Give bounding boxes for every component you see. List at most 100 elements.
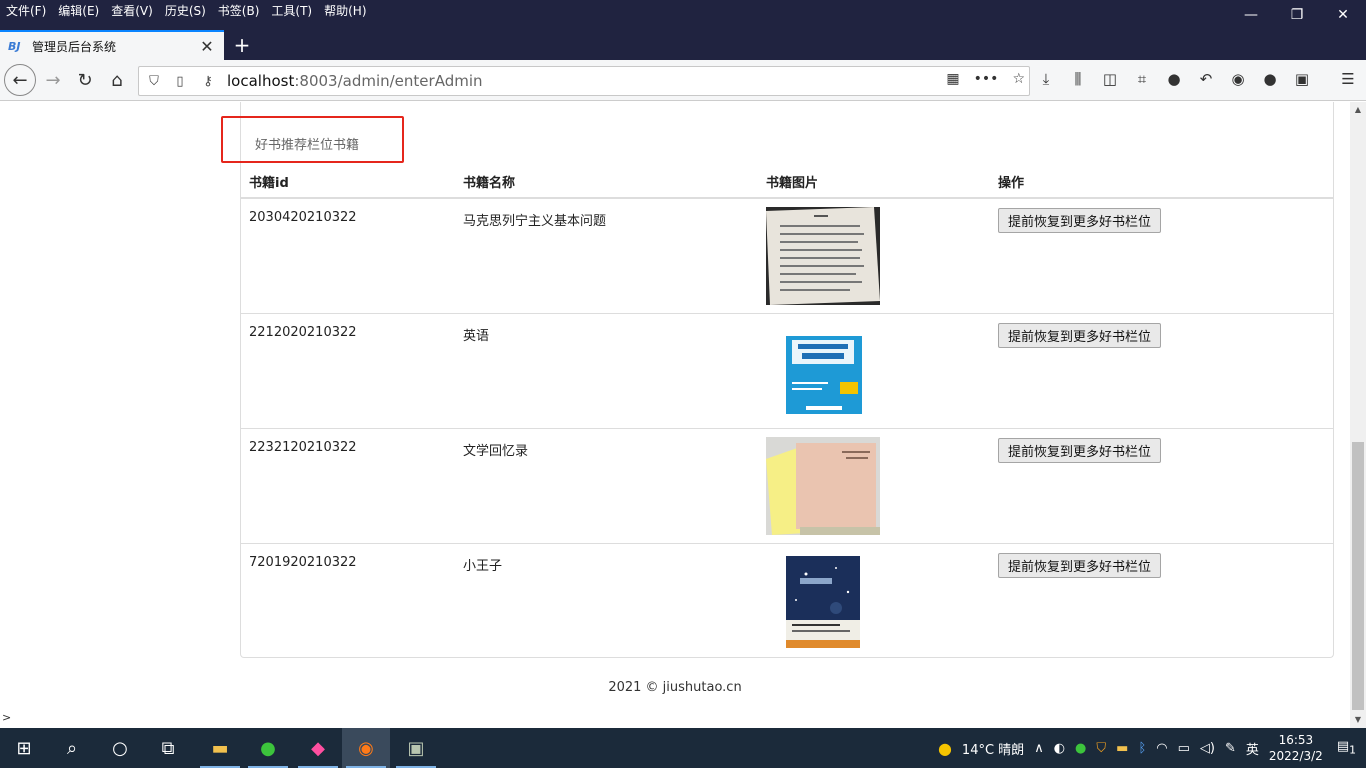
minimize-button[interactable]: — <box>1228 0 1274 30</box>
wechat-tray-icon[interactable]: ● <box>1075 741 1086 756</box>
restore-more-books-button[interactable]: 提前恢复到更多好书栏位 <box>998 208 1162 233</box>
pen-icon[interactable]: ✎ <box>1225 741 1236 756</box>
cortana-icon[interactable]: ○ <box>96 728 144 768</box>
scroll-down-arrow-icon[interactable]: ▼ <box>1350 712 1366 728</box>
tab-bar: BJ 管理员后台系统 ✕ + <box>0 30 1366 60</box>
notification-count: 1 <box>1349 743 1356 757</box>
tray-expand-icon[interactable]: ∧ <box>1034 741 1044 756</box>
folder-tray-icon[interactable]: ▬ <box>1116 741 1128 756</box>
qr-code-icon[interactable]: ▦ <box>946 71 959 87</box>
book-name: 小王子 <box>455 543 758 659</box>
close-window-button[interactable]: ✕ <box>1320 0 1366 30</box>
wifi-icon[interactable]: ◠ <box>1156 741 1167 756</box>
books-table: 书籍id 书籍名称 书籍图片 操作 2030420210322 马克思列宁主义基… <box>241 166 1333 659</box>
book-id: 7201920210322 <box>241 543 455 659</box>
menu-view[interactable]: 查看(V) <box>111 2 153 19</box>
header-book-id: 书籍id <box>241 166 455 199</box>
footer-text: 2021 © jiushutao.cn <box>608 680 742 695</box>
book-little-prince-cover <box>766 552 880 650</box>
system-tray: ● 14°C 晴朗 ∧ ◐ ● ⛉ ▬ ᛒ ◠ ▭ ◁) ✎ 英 16:53 2… <box>938 728 1366 768</box>
task-view-icon[interactable]: ⧉ <box>144 728 192 768</box>
table-row: 2212020210322 英语 提前恢复到更多好书栏位 <box>241 313 1333 429</box>
clock[interactable]: 16:53 2022/3/2 <box>1269 732 1323 764</box>
file-explorer-icon[interactable]: ▬ <box>196 728 244 768</box>
site-favicon-icon: BJ <box>8 39 21 53</box>
image-viewer-icon[interactable]: ▣ <box>392 728 440 768</box>
close-tab-icon[interactable]: ✕ <box>198 37 216 56</box>
new-tab-button[interactable]: + <box>230 32 254 58</box>
action-cell: 提前恢复到更多好书栏位 <box>990 428 1333 544</box>
notification-icon[interactable]: ▤1 <box>1337 739 1356 757</box>
url-bar[interactable]: ⛉ ▯ ⚷ localhost:8003/admin/enterAdmin ▦ … <box>138 66 1030 96</box>
book-image-cell <box>758 197 990 314</box>
bluetooth-icon[interactable]: ᛒ <box>1138 741 1146 756</box>
more-actions-icon[interactable]: ••• <box>974 71 999 87</box>
page-viewport: 好书推荐栏位书籍 书籍id 书籍名称 书籍图片 操作 2030420210322… <box>0 102 1350 711</box>
book-literature-photo-drawing <box>766 443 880 535</box>
menu-file[interactable]: 文件(F) <box>6 2 46 19</box>
book-name: 文学回忆录 <box>455 428 758 544</box>
tab-admin[interactable]: BJ 管理员后台系统 ✕ <box>0 30 224 60</box>
chat-icon[interactable]: ● <box>1164 70 1184 88</box>
security-shield-icon[interactable]: ⛉ <box>1096 741 1106 756</box>
sidebar-icon[interactable]: ◫ <box>1100 70 1120 88</box>
maximize-button[interactable]: ❐ <box>1274 0 1320 30</box>
reload-button[interactable]: ↻ <box>70 65 100 95</box>
restore-more-books-button[interactable]: 提前恢复到更多好书栏位 <box>998 553 1162 578</box>
book-image-cell <box>758 313 990 429</box>
restore-more-books-button[interactable]: 提前恢复到更多好书栏位 <box>998 323 1162 348</box>
menu-help[interactable]: 帮助(H) <box>324 2 366 19</box>
undo-icon[interactable]: ↶ <box>1196 70 1216 88</box>
url-text[interactable]: localhost:8003/admin/enterAdmin <box>227 72 483 90</box>
wechat-icon[interactable]: ● <box>244 728 292 768</box>
battery-icon[interactable]: ▭ <box>1178 741 1190 756</box>
menu-bookmarks[interactable]: 书签(B) <box>218 2 260 19</box>
action-cell: 提前恢复到更多好书栏位 <box>990 543 1333 659</box>
weather-text[interactable]: 14°C 晴朗 <box>962 739 1024 758</box>
windows-start-icon[interactable]: ⊞ <box>0 728 48 768</box>
scroll-up-arrow-icon[interactable]: ▲ <box>1350 102 1366 118</box>
restore-more-books-button[interactable]: 提前恢复到更多好书栏位 <box>998 438 1162 463</box>
book-literature-photo <box>766 437 880 535</box>
page-scrollbar[interactable]: ▲ ▼ <box>1350 102 1366 728</box>
menu-tools[interactable]: 工具(T) <box>271 2 312 19</box>
menu-bar: 文件(F) 编辑(E) 查看(V) 历史(S) 书签(B) 工具(T) 帮助(H… <box>0 0 1366 30</box>
tab-title: 管理员后台系统 <box>32 39 117 54</box>
firefox-icon[interactable]: ◉ <box>342 728 390 768</box>
account-icon[interactable]: ◉ <box>1228 70 1248 88</box>
volume-icon[interactable]: ◁) <box>1200 741 1215 756</box>
intellij-icon[interactable]: ◆ <box>294 728 342 768</box>
qq-icon[interactable]: ◐ <box>1054 741 1065 756</box>
menu-history[interactable]: 历史(S) <box>165 2 206 19</box>
book-english-cover <box>766 322 880 420</box>
page-icon: ▯ <box>176 73 184 89</box>
taskbar: ⊞ ⌕ ○ ⧉ ▬ ● ◆ ◉ ▣ ● 14°C 晴朗 ∧ ◐ ● ⛉ ▬ ᛒ … <box>0 728 1366 768</box>
selenium-icon[interactable]: ▣ <box>1292 70 1312 88</box>
table-row: 7201920210322 小王子 提前恢复到更多好书栏位 <box>241 543 1333 659</box>
clock-date: 2022/3/2 <box>1268 749 1323 763</box>
book-name: 英语 <box>455 313 758 429</box>
ime-indicator[interactable]: 英 <box>1246 739 1259 758</box>
menu-items: 文件(F) 编辑(E) 查看(V) 历史(S) 书签(B) 工具(T) 帮助(H… <box>6 2 367 19</box>
screenshot-icon[interactable]: ⌗ <box>1132 70 1152 88</box>
bookmark-star-icon[interactable]: ☆ <box>1012 71 1025 87</box>
table-header-row: 书籍id 书籍名称 书籍图片 操作 <box>241 166 1333 199</box>
url-path: :8003/admin/enterAdmin <box>294 72 483 90</box>
extension-icon[interactable]: ● <box>1260 70 1280 88</box>
action-cell: 提前恢复到更多好书栏位 <box>990 313 1333 429</box>
book-english-cover-drawing <box>786 328 862 414</box>
menu-edit[interactable]: 编辑(E) <box>58 2 99 19</box>
library-icon[interactable]: ⫼ <box>1068 70 1088 88</box>
search-icon[interactable]: ⌕ <box>48 728 96 768</box>
download-icon[interactable]: ⤓ <box>1036 70 1056 88</box>
home-button[interactable]: ⌂ <box>102 65 132 95</box>
back-button[interactable]: ← <box>4 64 36 96</box>
hamburger-menu-icon[interactable]: ☰ <box>1338 70 1358 88</box>
scrollbar-thumb[interactable] <box>1352 442 1364 710</box>
action-cell: 提前恢复到更多好书栏位 <box>990 197 1333 314</box>
footer: 2021 © jiushutao.cn <box>0 680 1350 695</box>
forward-button[interactable]: → <box>38 65 68 95</box>
shield-icon[interactable]: ⛉ <box>143 74 165 89</box>
book-image-cell <box>758 543 990 659</box>
key-icon[interactable]: ⚷ <box>195 74 221 89</box>
